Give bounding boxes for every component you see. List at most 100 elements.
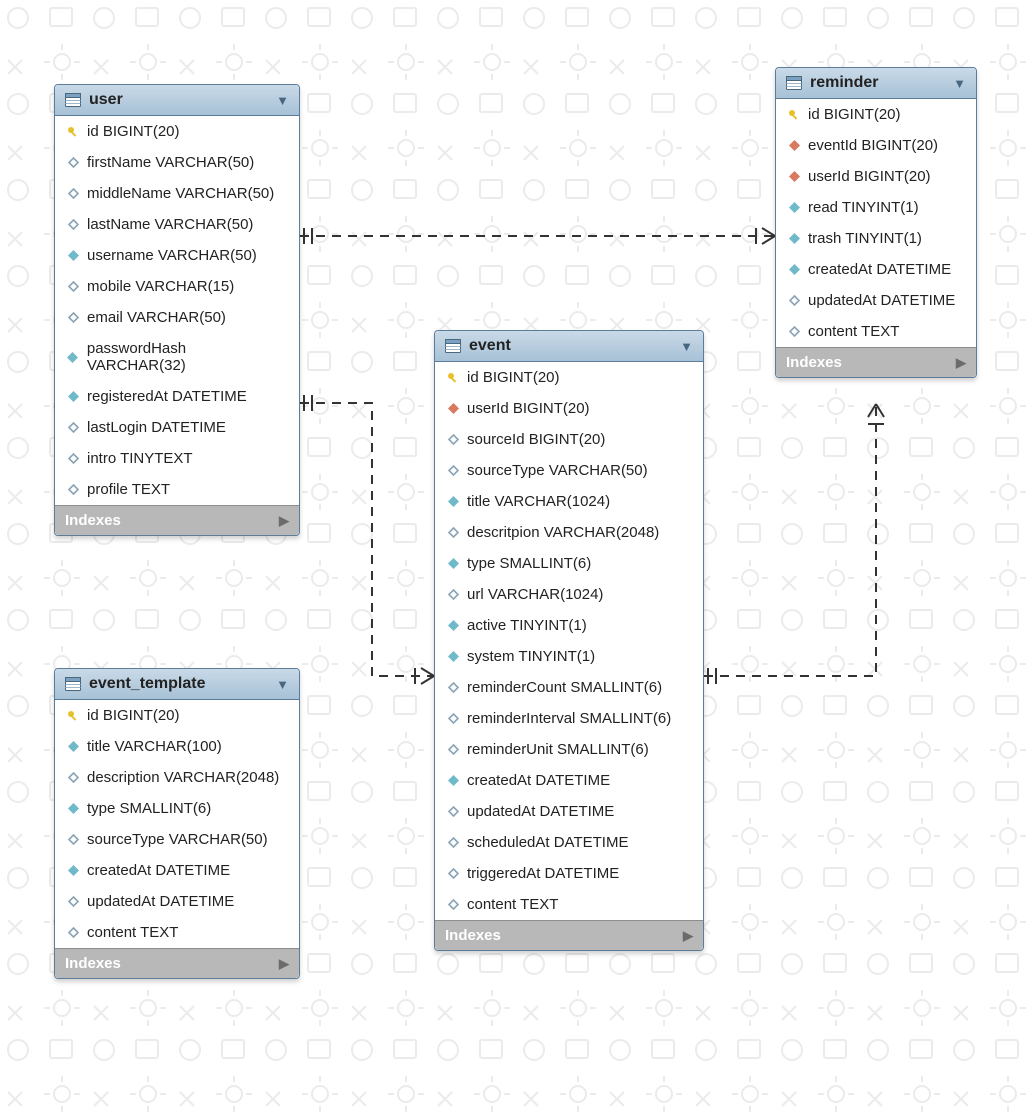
- column-row[interactable]: reminderInterval SMALLINT(6): [435, 703, 703, 734]
- fill-icon: [67, 865, 79, 877]
- fk-icon: [447, 403, 459, 415]
- column-text: sourceType VARCHAR(50): [87, 831, 268, 848]
- column-row[interactable]: content TEXT: [55, 917, 299, 948]
- column-row[interactable]: reminderCount SMALLINT(6): [435, 672, 703, 703]
- column-row[interactable]: reminderUnit SMALLINT(6): [435, 734, 703, 765]
- entity-header-reminder[interactable]: reminder ▼: [776, 68, 976, 99]
- column-text: reminderUnit SMALLINT(6): [467, 741, 649, 758]
- column-row[interactable]: sourceType VARCHAR(50): [435, 455, 703, 486]
- column-row[interactable]: profile TEXT: [55, 474, 299, 505]
- column-row[interactable]: intro TINYTEXT: [55, 443, 299, 474]
- column-row[interactable]: lastName VARCHAR(50): [55, 209, 299, 240]
- column-text: content TEXT: [87, 924, 178, 941]
- column-text: sourceId BIGINT(20): [467, 431, 605, 448]
- column-row[interactable]: content TEXT: [776, 316, 976, 347]
- column-row[interactable]: email VARCHAR(50): [55, 302, 299, 333]
- column-row[interactable]: updatedAt DATETIME: [776, 285, 976, 316]
- column-row[interactable]: mobile VARCHAR(15): [55, 271, 299, 302]
- pk-icon: [67, 126, 79, 138]
- column-row[interactable]: sourceId BIGINT(20): [435, 424, 703, 455]
- empty-icon: [447, 465, 459, 477]
- column-row[interactable]: url VARCHAR(1024): [435, 579, 703, 610]
- column-row[interactable]: system TINYINT(1): [435, 641, 703, 672]
- column-row[interactable]: updatedAt DATETIME: [435, 796, 703, 827]
- indexes-label: Indexes: [445, 927, 683, 944]
- entity-reminder[interactable]: reminder ▼ id BIGINT(20) eventId BIGINT(20…: [775, 67, 977, 378]
- column-row[interactable]: descritpion VARCHAR(2048): [435, 517, 703, 548]
- column-row[interactable]: createdAt DATETIME: [776, 254, 976, 285]
- column-row[interactable]: updatedAt DATETIME: [55, 886, 299, 917]
- entity-event[interactable]: event ▼ id BIGINT(20) userId BIGINT(20) sou…: [434, 330, 704, 951]
- column-row[interactable]: firstName VARCHAR(50): [55, 147, 299, 178]
- entity-header-event[interactable]: event ▼: [435, 331, 703, 362]
- column-row[interactable]: scheduledAt DATETIME: [435, 827, 703, 858]
- column-row[interactable]: middleName VARCHAR(50): [55, 178, 299, 209]
- entity-body-event: id BIGINT(20) userId BIGINT(20) sourceId B…: [435, 362, 703, 920]
- column-row[interactable]: description VARCHAR(2048): [55, 762, 299, 793]
- column-text: descritpion VARCHAR(2048): [467, 524, 659, 541]
- column-text: userId BIGINT(20): [808, 168, 931, 185]
- column-text: content TEXT: [808, 323, 899, 340]
- column-row[interactable]: content TEXT: [435, 889, 703, 920]
- column-text: lastLogin DATETIME: [87, 419, 226, 436]
- column-text: id BIGINT(20): [467, 369, 560, 386]
- entity-header-event_template[interactable]: event_template ▼: [55, 669, 299, 700]
- fill-icon: [788, 264, 800, 276]
- empty-icon: [67, 188, 79, 200]
- column-text: system TINYINT(1): [467, 648, 595, 665]
- indexes-footer[interactable]: Indexes▶: [776, 347, 976, 377]
- column-row[interactable]: userId BIGINT(20): [435, 393, 703, 424]
- column-row[interactable]: passwordHash VARCHAR(32): [55, 333, 299, 381]
- indexes-footer[interactable]: Indexes▶: [55, 948, 299, 978]
- column-text: middleName VARCHAR(50): [87, 185, 274, 202]
- empty-icon: [67, 422, 79, 434]
- column-text: updatedAt DATETIME: [467, 803, 614, 820]
- column-row[interactable]: id BIGINT(20): [55, 700, 299, 731]
- empty-icon: [447, 589, 459, 601]
- entity-title: event_template: [89, 675, 268, 693]
- column-row[interactable]: id BIGINT(20): [435, 362, 703, 393]
- column-text: id BIGINT(20): [808, 106, 901, 123]
- indexes-footer[interactable]: Indexes▶: [55, 505, 299, 535]
- indexes-footer[interactable]: Indexes▶: [435, 920, 703, 950]
- column-row[interactable]: sourceType VARCHAR(50): [55, 824, 299, 855]
- indexes-label: Indexes: [65, 512, 279, 529]
- empty-icon: [447, 682, 459, 694]
- column-row[interactable]: createdAt DATETIME: [55, 855, 299, 886]
- pk-icon: [788, 109, 800, 121]
- column-row[interactable]: active TINYINT(1): [435, 610, 703, 641]
- entity-event_template[interactable]: event_template ▼ id BIGINT(20) title VARCH…: [54, 668, 300, 979]
- erd-canvas[interactable]: user ▼ id BIGINT(20) firstName VARCHAR(50)…: [0, 0, 1032, 1118]
- column-row[interactable]: type SMALLINT(6): [55, 793, 299, 824]
- column-row[interactable]: userId BIGINT(20): [776, 161, 976, 192]
- column-row[interactable]: title VARCHAR(1024): [435, 486, 703, 517]
- column-text: url VARCHAR(1024): [467, 586, 603, 603]
- column-row[interactable]: trash TINYINT(1): [776, 223, 976, 254]
- column-text: mobile VARCHAR(15): [87, 278, 234, 295]
- column-text: id BIGINT(20): [87, 123, 180, 140]
- column-row[interactable]: id BIGINT(20): [776, 99, 976, 130]
- column-row[interactable]: type SMALLINT(6): [435, 548, 703, 579]
- column-text: active TINYINT(1): [467, 617, 587, 634]
- column-row[interactable]: id BIGINT(20): [55, 116, 299, 147]
- column-row[interactable]: triggeredAt DATETIME: [435, 858, 703, 889]
- chevron-right-icon: ▶: [683, 928, 693, 944]
- column-text: triggeredAt DATETIME: [467, 865, 619, 882]
- column-row[interactable]: username VARCHAR(50): [55, 240, 299, 271]
- entity-header-user[interactable]: user ▼: [55, 85, 299, 116]
- empty-icon: [447, 744, 459, 756]
- column-row[interactable]: eventId BIGINT(20): [776, 130, 976, 161]
- column-row[interactable]: title VARCHAR(100): [55, 731, 299, 762]
- column-text: id BIGINT(20): [87, 707, 180, 724]
- empty-icon: [67, 453, 79, 465]
- column-row[interactable]: lastLogin DATETIME: [55, 412, 299, 443]
- chevron-right-icon: ▶: [279, 513, 289, 529]
- column-row[interactable]: createdAt DATETIME: [435, 765, 703, 796]
- column-row[interactable]: registeredAt DATETIME: [55, 381, 299, 412]
- empty-icon: [447, 806, 459, 818]
- pk-icon: [447, 372, 459, 384]
- empty-icon: [67, 484, 79, 496]
- entity-user[interactable]: user ▼ id BIGINT(20) firstName VARCHAR(50)…: [54, 84, 300, 536]
- column-row[interactable]: read TINYINT(1): [776, 192, 976, 223]
- chevron-down-icon: ▼: [953, 76, 966, 91]
